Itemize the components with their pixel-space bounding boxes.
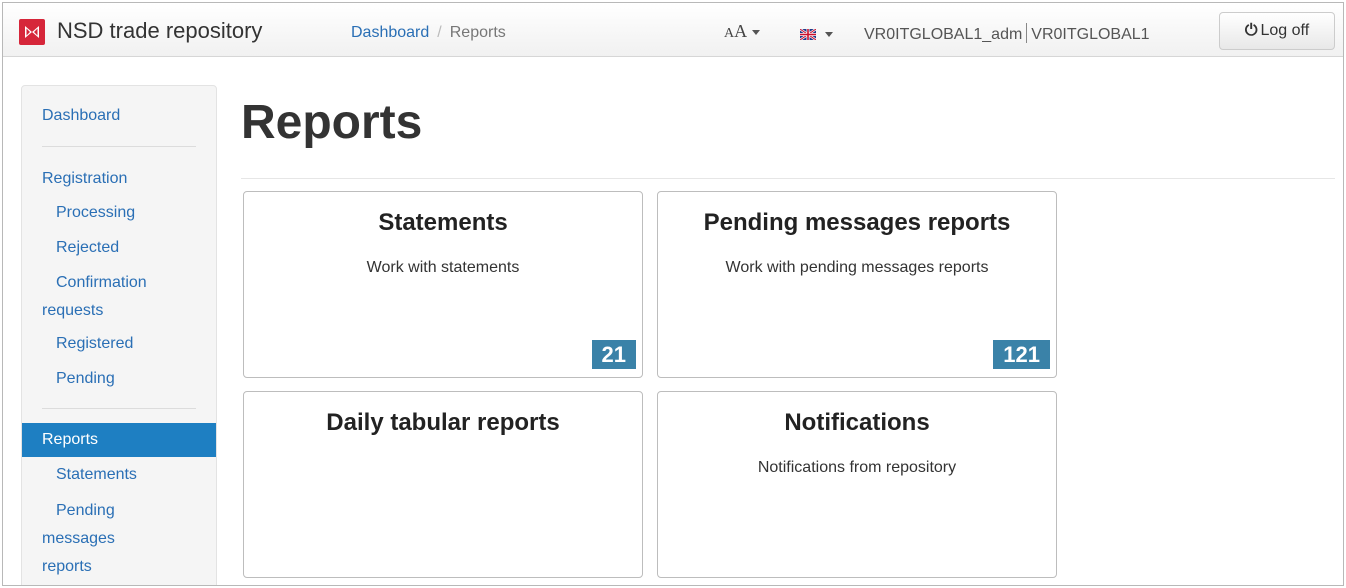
card-description: Work with statements (366, 259, 520, 276)
card-title: Pending messages reports (703, 209, 1011, 236)
card-title: Statements (378, 209, 508, 236)
font-size-small-label: A (724, 26, 735, 41)
logoff-label: Log off (1260, 22, 1310, 39)
user-account: VR0ITGLOBAL1_adm (864, 26, 1023, 43)
sidebar-item-pending[interactable]: Pending (22, 366, 216, 392)
power-icon: ⏻ (1244, 22, 1258, 39)
chevron-down-icon (752, 30, 761, 36)
breadcrumb: Dashboard / Reports (351, 24, 506, 42)
sidebar-item-pending-messages-reports[interactable]: Pending messages reports (22, 497, 216, 581)
card-description: Work with pending messages reports (725, 259, 989, 276)
sidebar-divider (42, 408, 196, 409)
sidebar-item-label: reports (42, 558, 92, 575)
brand-title[interactable]: NSD trade repository (57, 18, 262, 44)
breadcrumb-current: Reports (449, 24, 506, 41)
sidebar-item-label: Pending (56, 502, 115, 519)
uk-flag-icon (800, 29, 816, 41)
sidebar-item-processing[interactable]: Processing (22, 200, 216, 226)
user-organization: VR0ITGLOBAL1 (1031, 26, 1150, 43)
sidebar-item-rejected[interactable]: Rejected (22, 235, 216, 261)
font-size-dropdown[interactable]: AA (724, 21, 761, 42)
card-title: Daily tabular reports (326, 409, 560, 436)
card-daily-tabular-reports[interactable]: Daily tabular reports (243, 391, 643, 578)
card-description: Notifications from repository (757, 459, 957, 476)
breadcrumb-separator: / (437, 24, 442, 41)
user-divider (1026, 23, 1028, 43)
sidebar-item-reports[interactable]: Reports (22, 423, 216, 457)
title-divider (241, 178, 1335, 179)
sidebar-divider (42, 146, 196, 147)
user-info: VR0ITGLOBAL1_adm VR0ITGLOBAL1 (864, 23, 1150, 44)
card-statements[interactable]: Statements Work with statements 21 (243, 191, 643, 378)
nsd-logo-icon[interactable] (19, 19, 45, 45)
sidebar-item-label: Confirmation (56, 274, 147, 291)
count-badge: 21 (591, 340, 636, 369)
app-window: NSD trade repository Dashboard / Reports A… (2, 2, 1344, 586)
chevron-down-icon (825, 32, 833, 38)
sidebar-item-registered[interactable]: Registered (22, 331, 216, 357)
sidebar-item-label: requests (42, 302, 104, 319)
count-badge: 121 (993, 340, 1050, 369)
sidebar-item-registration[interactable]: Registration (22, 166, 216, 192)
breadcrumb-dashboard-link[interactable]: Dashboard (351, 24, 429, 41)
sidebar-item-dashboard[interactable]: Dashboard (22, 103, 216, 129)
top-navbar: NSD trade repository Dashboard / Reports A… (3, 3, 1343, 57)
sidebar-item-label: messages (42, 530, 115, 547)
card-title: Notifications (784, 409, 930, 436)
sidebar: Dashboard Registration Processing Reject… (21, 85, 217, 585)
font-size-large-label: A (734, 21, 748, 41)
card-notifications[interactable]: Notifications Notifications from reposit… (657, 391, 1057, 578)
sidebar-item-statements[interactable]: Statements (22, 462, 216, 488)
language-dropdown[interactable] (800, 26, 833, 44)
sidebar-item-confirmation-requests[interactable]: Confirmation requests (22, 269, 216, 325)
page-title: Reports (241, 96, 423, 149)
card-pending-messages-reports[interactable]: Pending messages reports Work with pendi… (657, 191, 1057, 378)
logoff-button[interactable]: ⏻ Log off (1219, 12, 1335, 50)
